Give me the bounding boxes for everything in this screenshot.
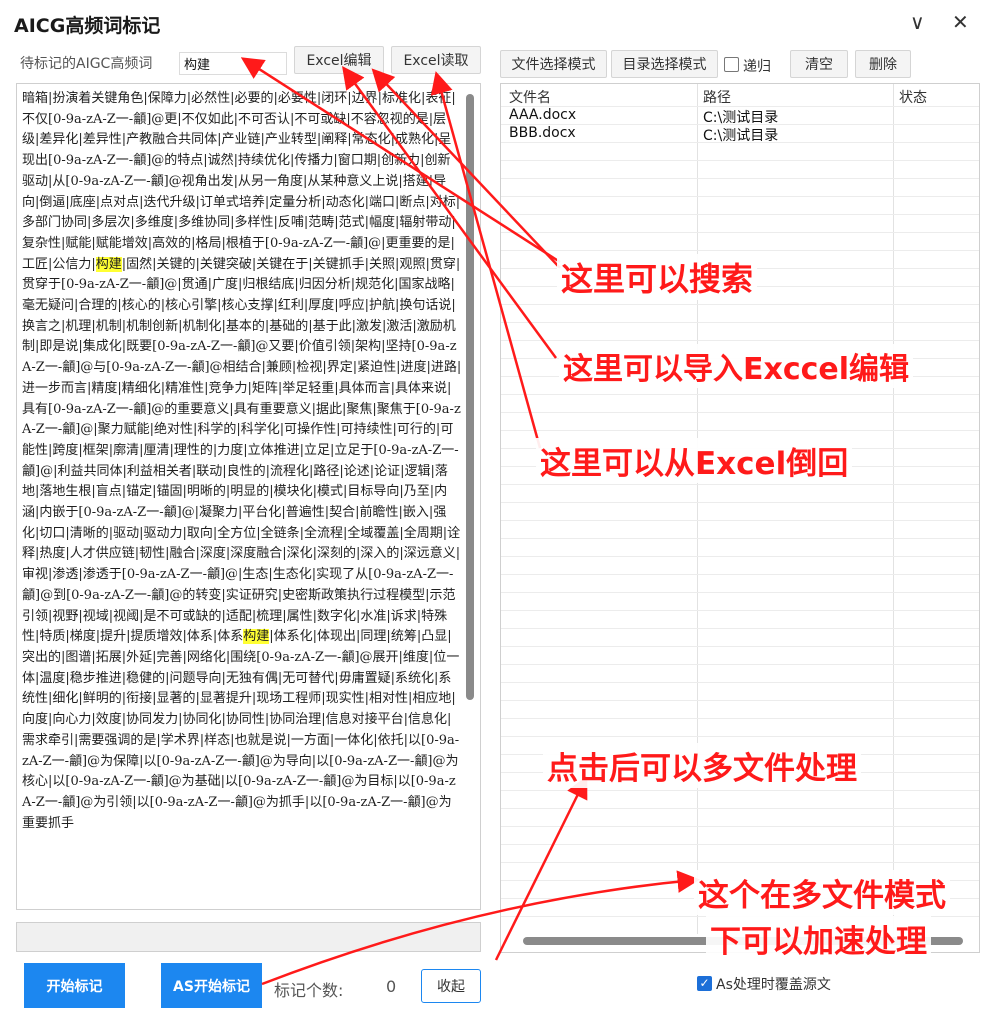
arrow-search <box>240 57 561 264</box>
arrow-import <box>342 65 558 359</box>
annotation-accelerate-line1: 这个在多文件模式 <box>694 870 950 915</box>
annotation-restore-excel: 这里可以从Excel倒回 <box>536 438 853 483</box>
annotation-import-excel: 这里可以导入Exccel编辑 <box>559 344 914 388</box>
annotation-search: 这里可以搜索 <box>557 254 758 300</box>
arrow-multi <box>494 775 588 961</box>
arrow-accelerate <box>261 870 700 986</box>
annotation-accelerate-line2: 下可以加速处理 <box>706 916 931 961</box>
arrow-restore <box>430 71 542 449</box>
annotation-multi-file: 点击后可以多文件处理 <box>543 743 861 788</box>
